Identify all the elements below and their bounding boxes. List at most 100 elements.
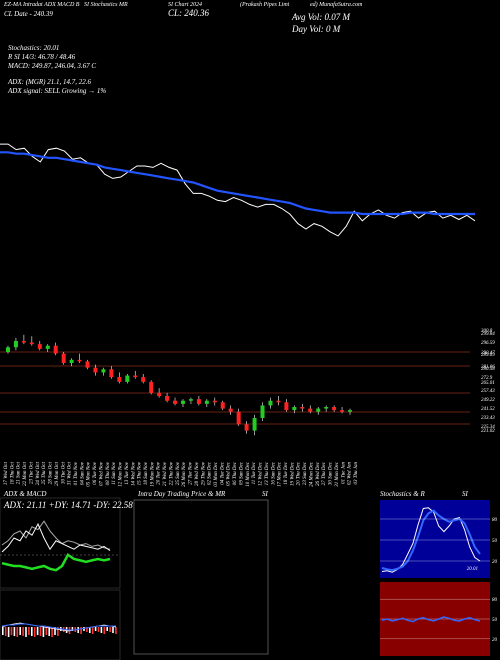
macd-bar	[80, 627, 82, 634]
candle-body	[324, 407, 329, 409]
date-label: 01 Thu Nov	[74, 461, 79, 485]
date-label: 18 Tue Dec	[284, 461, 289, 485]
date-label: 08 Thu Nov	[106, 461, 111, 485]
date-label: 29 Thu Nov	[201, 461, 206, 485]
candle-body	[308, 408, 313, 412]
date-label: 06 Thu Dec	[233, 461, 238, 485]
macd-bar	[2, 627, 4, 635]
rsi-tick-label: 80	[492, 598, 498, 603]
date-label: 04 Sun Nov	[80, 461, 85, 485]
date-label: 25 Thu Oct	[42, 461, 47, 484]
date-label: 28 Wed Nov	[195, 461, 200, 486]
macd-bar	[28, 627, 30, 635]
date-label: 31 Wed Oct	[68, 461, 73, 485]
candle-body	[260, 405, 265, 418]
date-label: 23 Tue Oct	[29, 461, 34, 484]
candle-body	[61, 353, 66, 363]
date-label: 02 Sun Dec	[208, 461, 213, 485]
date-label: 30 Tue Oct	[61, 461, 66, 484]
intraday-title-b: SI	[262, 490, 268, 498]
candle-body	[236, 411, 241, 425]
candle-body	[292, 407, 297, 411]
date-label: 04 Tue Dec	[220, 461, 225, 485]
date-label: 20 Tue Nov	[157, 461, 162, 485]
candle-body	[13, 341, 18, 348]
candle-body	[37, 344, 42, 349]
date-label: 17 Wed Oct	[4, 461, 9, 485]
candle-body	[165, 396, 170, 401]
rsi-tick-label: 50	[492, 618, 498, 623]
macd-bar	[112, 627, 114, 633]
date-label: 20 Thu Dec	[297, 461, 302, 485]
macd-bar	[31, 627, 33, 636]
date-label: 28 Sun Oct	[49, 461, 54, 484]
line-series-1	[0, 151, 475, 216]
date-label: 13 Thu Dec	[265, 461, 270, 485]
macd-bar	[42, 627, 45, 637]
candle-body	[340, 410, 345, 412]
candle-body	[276, 400, 281, 403]
date-label: 16 Sun Dec	[271, 461, 276, 485]
chart-canvas: 300.8299.84296.59290.47289.69281.06280.5…	[0, 143, 498, 660]
macd-bar	[83, 627, 85, 631]
candle-body	[244, 424, 249, 431]
date-label: 10 Mon Dec	[246, 461, 251, 486]
date-label: 07 Wed Nov	[99, 461, 104, 486]
date-label: 17 Mon Dec	[278, 461, 283, 486]
date-label: 01 Tue Jan	[341, 462, 346, 484]
price-tick-label: 299.84	[481, 332, 495, 337]
candle-body	[228, 408, 233, 412]
candle-body	[204, 400, 209, 404]
macd-bar	[33, 627, 36, 637]
intraday-title: Intra Day Trading Price & MR	[138, 490, 226, 498]
candle-body	[21, 341, 26, 343]
macd-bar	[25, 627, 27, 637]
date-label: 30 Sun Dec	[329, 461, 334, 485]
candle-body	[53, 345, 58, 354]
date-label: 05 Wed Dec	[227, 461, 232, 486]
date-label: 15 Thu Nov	[138, 461, 143, 485]
candle-body	[149, 381, 154, 393]
date-label: 27 Thu Dec	[322, 461, 327, 485]
macd-bar	[106, 627, 108, 631]
date-label: 19 Mon Nov	[150, 461, 155, 487]
date-label: 21 Sun Oct	[17, 461, 22, 484]
candle-body	[173, 400, 178, 404]
stoch-tick-label: 20	[492, 560, 498, 565]
candle-body	[85, 361, 90, 368]
intraday-panel	[133, 499, 269, 655]
candle-body	[69, 359, 74, 363]
stoch-tick-label: 50	[492, 539, 498, 544]
candle-body	[316, 408, 321, 412]
date-label: 12 Mon Nov	[119, 461, 124, 487]
date-label: 13 Tue Nov	[125, 461, 130, 485]
date-label: 22 Mon Oct	[23, 461, 28, 485]
candle-body	[117, 377, 122, 382]
candle-body	[93, 367, 98, 373]
macd-bar	[100, 627, 103, 633]
candle-body	[101, 369, 106, 373]
date-label: 05 Mon Nov	[87, 461, 92, 487]
macd-bar	[77, 627, 79, 633]
date-label: 22 Thu Nov	[169, 461, 174, 485]
rsi-tick-label: 20	[492, 638, 498, 643]
stoch-last-label: 20.01	[467, 567, 478, 572]
macd-bar	[7, 627, 10, 637]
date-label: 18 Thu Oct	[10, 461, 15, 484]
date-label: 29 Mon Oct	[55, 461, 60, 485]
adx-macd-title: ADX & MACD	[4, 490, 47, 498]
candle-body	[300, 407, 305, 409]
date-label: 23 Sun Dec	[303, 461, 308, 485]
price-tick-label: 296.59	[481, 341, 495, 346]
date-label: 19 Wed Dec	[290, 461, 295, 486]
candle-body	[45, 345, 50, 349]
macd-bar	[115, 627, 117, 634]
macd-bar	[4, 627, 7, 636]
price-tick-label: 221.02	[481, 429, 495, 434]
date-label: 09 Sun Dec	[239, 461, 244, 485]
price-tick-label: 249.22	[481, 398, 495, 403]
macd-bar	[19, 627, 21, 635]
candle-body	[220, 402, 225, 409]
macd-bar	[13, 627, 16, 636]
date-label: 25 Sun Nov	[176, 461, 181, 485]
